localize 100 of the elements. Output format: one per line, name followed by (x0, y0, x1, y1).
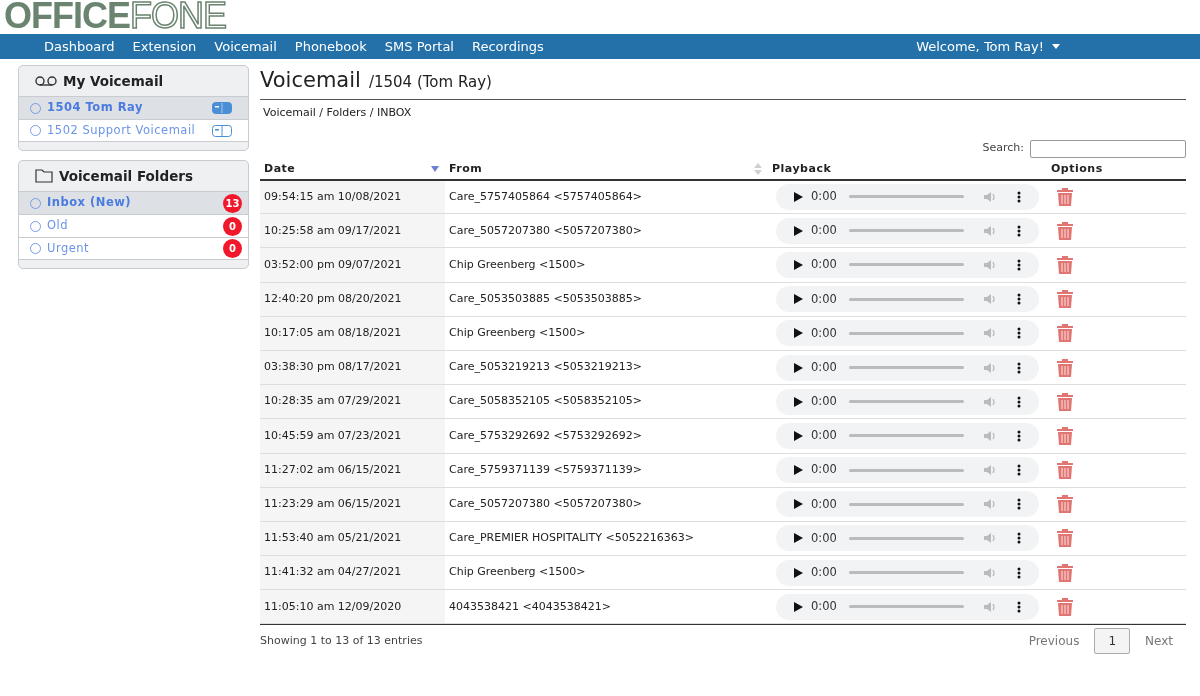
play-icon[interactable] (794, 362, 803, 373)
audio-player[interactable]: 0:00 (776, 457, 1039, 484)
trash-icon[interactable] (1057, 597, 1073, 616)
trash-icon[interactable] (1057, 426, 1073, 445)
more-icon[interactable] (1017, 498, 1021, 511)
nav-link[interactable]: Extension (132, 36, 197, 57)
volume-icon[interactable] (984, 395, 997, 408)
mailbox-icon (212, 102, 232, 114)
volume-icon[interactable] (984, 361, 997, 374)
volume-icon[interactable] (984, 190, 997, 203)
audio-player[interactable]: 0:00 (776, 320, 1039, 347)
play-icon[interactable] (794, 396, 803, 407)
trash-icon[interactable] (1057, 495, 1073, 514)
audio-player[interactable]: 0:00 (776, 183, 1039, 210)
trash-icon[interactable] (1057, 563, 1073, 582)
sidebar-item[interactable]: Inbox (New) 13 (19, 191, 248, 214)
progress-track[interactable] (849, 468, 964, 472)
table-cell: 11:23:29 am 06/15/2021 (260, 487, 445, 522)
pagination-button[interactable]: 1 (1094, 628, 1131, 655)
play-icon[interactable] (794, 533, 803, 544)
trash-icon[interactable] (1057, 255, 1073, 274)
audio-player[interactable]: 0:00 (776, 286, 1039, 313)
more-icon[interactable] (1017, 293, 1021, 306)
progress-track[interactable] (849, 195, 964, 199)
trash-icon[interactable] (1057, 358, 1073, 377)
play-icon[interactable] (794, 465, 803, 476)
play-icon[interactable] (794, 328, 803, 339)
progress-track[interactable] (849, 502, 964, 506)
audio-player[interactable]: 0:00 (776, 251, 1039, 278)
play-icon[interactable] (794, 225, 803, 236)
progress-track[interactable] (849, 605, 964, 609)
play-icon[interactable] (794, 191, 803, 202)
volume-icon[interactable] (984, 566, 997, 579)
trash-icon[interactable] (1057, 529, 1073, 548)
progress-track[interactable] (849, 571, 964, 575)
volume-icon[interactable] (984, 258, 997, 271)
nav-link[interactable]: Phonebook (294, 36, 367, 57)
play-icon[interactable] (794, 294, 803, 305)
sidebar-item[interactable]: Urgent 0 (19, 237, 248, 260)
audio-player[interactable]: 0:00 (776, 388, 1039, 415)
more-icon[interactable] (1017, 464, 1021, 477)
play-icon[interactable] (794, 499, 803, 510)
progress-track[interactable] (849, 331, 964, 335)
more-icon[interactable] (1017, 532, 1021, 545)
audio-player[interactable]: 0:00 (776, 559, 1039, 586)
pagination-button[interactable]: Next (1132, 628, 1186, 655)
time-text: 0:00 (811, 393, 838, 411)
more-icon[interactable] (1017, 566, 1021, 579)
volume-icon[interactable] (984, 429, 997, 442)
progress-track[interactable] (849, 536, 964, 540)
more-icon[interactable] (1017, 224, 1021, 237)
volume-icon[interactable] (984, 464, 997, 477)
more-icon[interactable] (1017, 258, 1021, 271)
volume-icon[interactable] (984, 327, 997, 340)
more-icon[interactable] (1017, 395, 1021, 408)
caret-icon (1052, 44, 1060, 49)
progress-track[interactable] (849, 400, 964, 404)
progress-track[interactable] (849, 263, 964, 267)
nav-link[interactable]: SMS Portal (384, 36, 454, 57)
nav-link[interactable]: Voicemail (214, 36, 277, 57)
progress-track[interactable] (849, 229, 964, 233)
more-icon[interactable] (1017, 361, 1021, 374)
audio-player[interactable]: 0:00 (776, 491, 1039, 518)
nav-link[interactable]: Dashboard (44, 36, 115, 57)
trash-icon[interactable] (1057, 461, 1073, 480)
trash-icon[interactable] (1057, 392, 1073, 411)
pagination-button[interactable]: Previous (1015, 628, 1093, 655)
trash-icon[interactable] (1057, 187, 1073, 206)
table-cell: 10:45:59 am 07/23/2021 (260, 418, 445, 453)
play-icon[interactable] (794, 430, 803, 441)
audio-player[interactable]: 0:00 (776, 354, 1039, 381)
audio-player[interactable]: 0:00 (776, 217, 1039, 244)
audio-player[interactable]: 0:00 (776, 422, 1039, 449)
trash-icon[interactable] (1057, 324, 1073, 343)
column-header[interactable]: From (445, 159, 768, 180)
play-icon[interactable] (794, 601, 803, 612)
more-icon[interactable] (1017, 190, 1021, 203)
volume-icon[interactable] (984, 224, 997, 237)
volume-icon[interactable] (984, 532, 997, 545)
play-icon[interactable] (794, 567, 803, 578)
progress-track[interactable] (849, 297, 964, 301)
column-header[interactable]: Date (260, 159, 445, 180)
play-icon[interactable] (794, 259, 803, 270)
audio-player[interactable]: 0:00 (776, 525, 1039, 552)
more-icon[interactable] (1017, 429, 1021, 442)
trash-icon[interactable] (1057, 290, 1073, 309)
audio-player[interactable]: 0:00 (776, 593, 1039, 620)
volume-icon[interactable] (984, 600, 997, 613)
sidebar-item[interactable]: Old 0 (19, 214, 248, 237)
more-icon[interactable] (1017, 327, 1021, 340)
time-text: 0:00 (811, 461, 838, 479)
progress-track[interactable] (849, 434, 964, 438)
volume-icon[interactable] (984, 293, 997, 306)
nav-link[interactable]: Recordings (472, 36, 544, 57)
more-icon[interactable] (1017, 600, 1021, 613)
volume-icon[interactable] (984, 498, 997, 511)
trash-icon[interactable] (1057, 221, 1073, 240)
user-menu[interactable]: Welcome, Tom Ray! (916, 36, 1060, 57)
search-field[interactable] (1030, 139, 1186, 158)
progress-track[interactable] (849, 366, 964, 370)
